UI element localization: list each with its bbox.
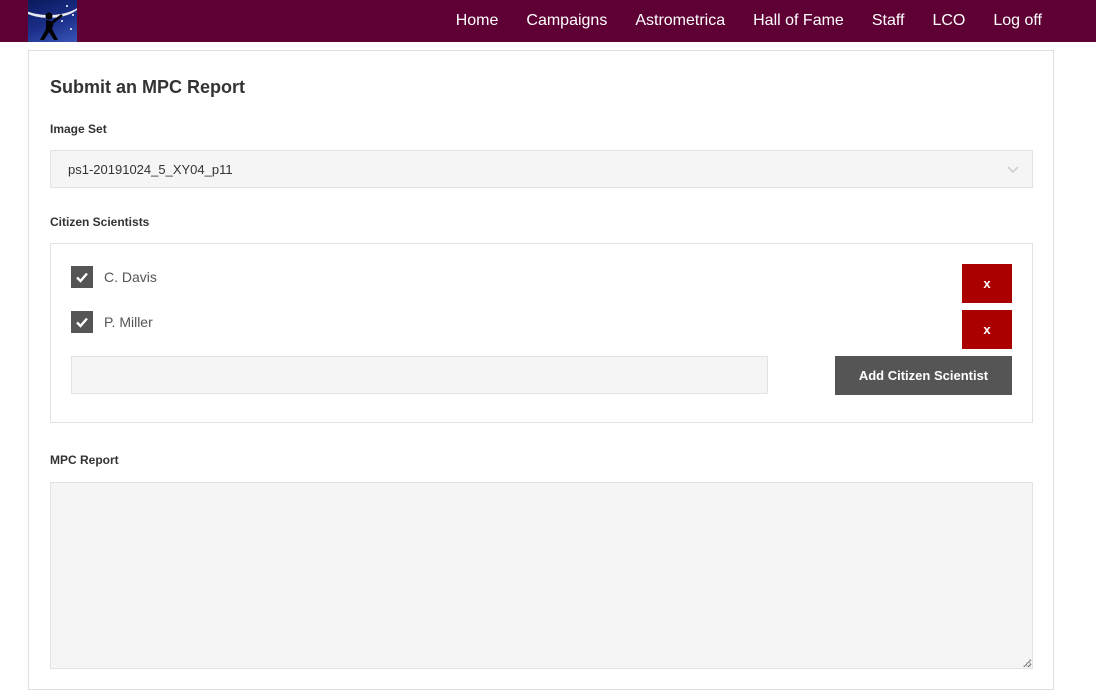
stargazer-figure-icon xyxy=(40,12,63,40)
image-set-selected-value: ps1-20191024_5_XY04_p11 xyxy=(68,161,233,177)
nav-lco[interactable]: LCO xyxy=(932,12,965,30)
resize-grip-icon[interactable] xyxy=(1023,659,1031,667)
citizen-scientist-checkbox[interactable] xyxy=(71,266,93,288)
image-set-select[interactable]: ps1-20191024_5_XY04_p11 xyxy=(50,150,1033,188)
citizen-scientist-name: C. Davis xyxy=(104,269,157,285)
chevron-down-icon xyxy=(1007,166,1019,174)
image-set-label: Image Set xyxy=(50,122,107,136)
logo-star xyxy=(66,5,68,7)
logo-star xyxy=(72,14,74,16)
site-logo[interactable] xyxy=(28,0,77,42)
citizen-scientist-row: C. Davis xyxy=(71,265,157,289)
page-title: Submit an MPC Report xyxy=(50,77,246,97)
remove-citizen-scientist-button[interactable]: x xyxy=(962,310,1012,349)
mpc-report-label: MPC Report xyxy=(50,453,119,467)
citizen-scientists-label: Citizen Scientists xyxy=(50,215,150,229)
logo-star xyxy=(70,28,72,30)
nav-log-off[interactable]: Log off xyxy=(993,12,1042,30)
check-icon xyxy=(76,272,88,283)
citizen-scientist-name: P. Miller xyxy=(104,314,153,330)
nav-home[interactable]: Home xyxy=(456,12,499,30)
citizen-scientist-input[interactable] xyxy=(71,356,768,394)
add-citizen-scientist-button[interactable]: Add Citizen Scientist xyxy=(835,356,1012,395)
main-nav: Home Campaigns Astrometrica Hall of Fame… xyxy=(428,0,1042,42)
nav-hall-of-fame[interactable]: Hall of Fame xyxy=(753,12,844,30)
remove-citizen-scientist-button[interactable]: x xyxy=(962,264,1012,303)
citizen-scientists-box: C. Davis x P. Miller x Add Citizen Scien… xyxy=(50,243,1033,423)
nav-staff[interactable]: Staff xyxy=(872,12,905,30)
nav-campaigns[interactable]: Campaigns xyxy=(526,12,607,30)
citizen-scientist-checkbox[interactable] xyxy=(71,311,93,333)
top-navbar: Home Campaigns Astrometrica Hall of Fame… xyxy=(0,0,1096,42)
mpc-report-panel: Submit an MPC Report Image Set ps1-20191… xyxy=(28,50,1054,690)
mpc-report-textarea[interactable] xyxy=(50,482,1033,669)
nav-astrometrica[interactable]: Astrometrica xyxy=(635,12,725,30)
check-icon xyxy=(76,317,88,328)
citizen-scientist-row: P. Miller xyxy=(71,310,153,334)
